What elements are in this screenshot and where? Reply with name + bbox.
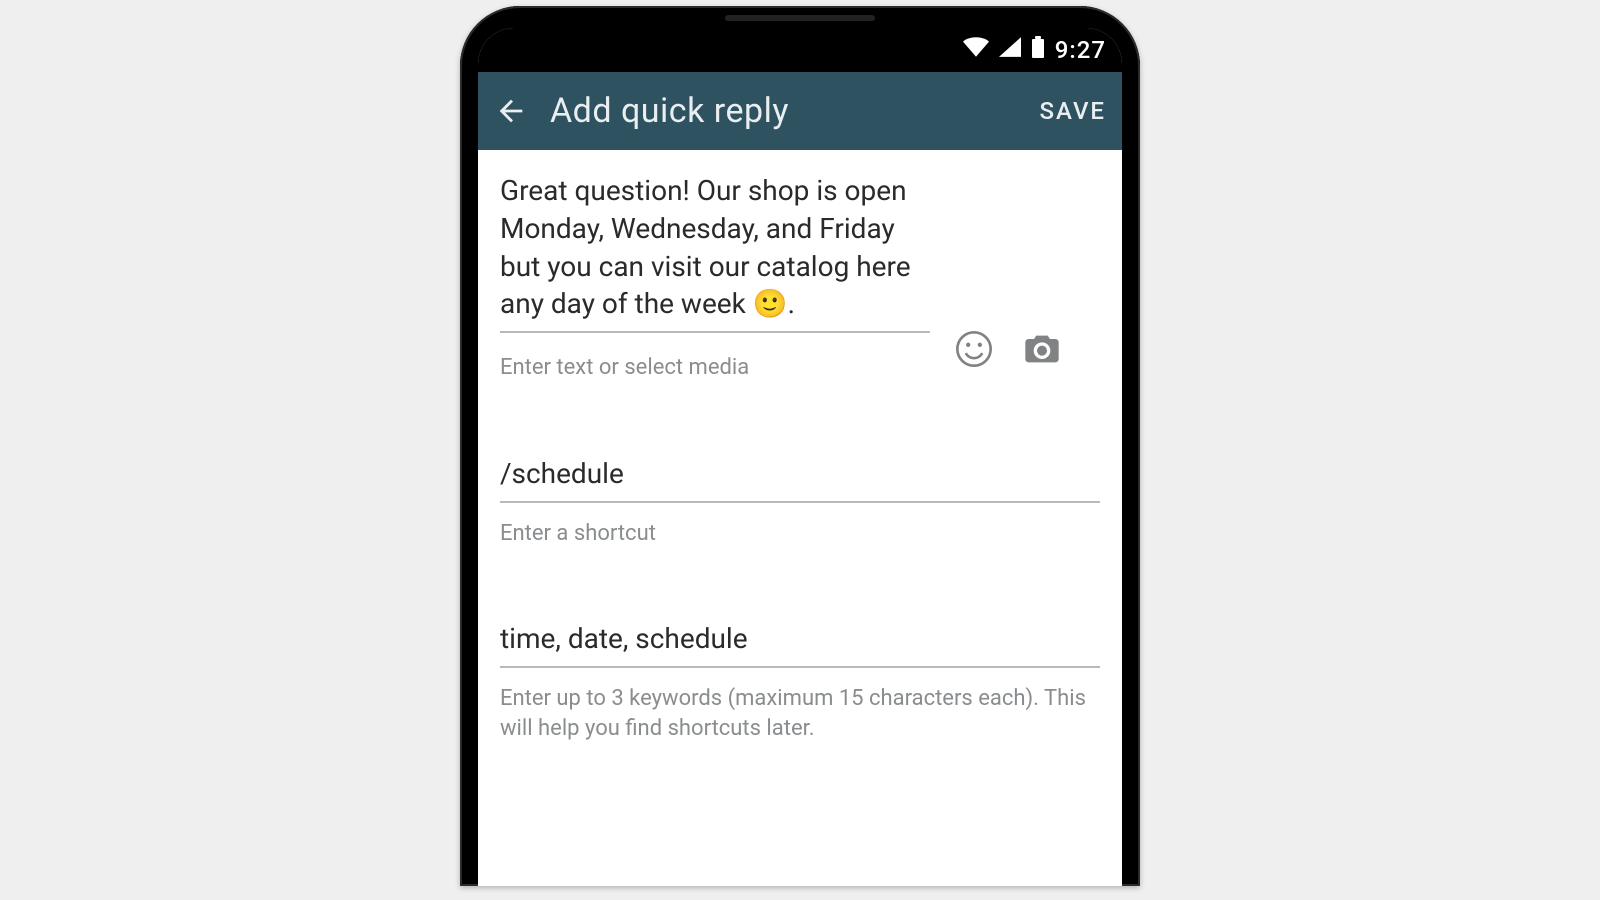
- reply-message-input[interactable]: [500, 170, 930, 333]
- shortcut-input[interactable]: [500, 453, 1100, 503]
- shortcut-helper: Enter a shortcut: [500, 519, 1100, 549]
- camera-icon[interactable]: [1018, 325, 1066, 373]
- save-button[interactable]: SAVE: [1039, 97, 1106, 125]
- app-bar: Add quick reply SAVE: [478, 72, 1122, 150]
- keywords-helper: Enter up to 3 keywords (maximum 15 chara…: [500, 684, 1100, 743]
- cell-signal-icon: [999, 37, 1021, 63]
- emoji-icon[interactable]: [950, 325, 998, 373]
- battery-icon: [1031, 36, 1045, 64]
- screen: 9:27 Add quick reply SAVE Enter text or …: [478, 28, 1122, 886]
- status-bar: 9:27: [478, 28, 1122, 72]
- back-button[interactable]: [494, 94, 528, 128]
- page-title: Add quick reply: [550, 91, 1017, 131]
- wifi-icon: [963, 37, 989, 63]
- form: Enter text or select media: [478, 150, 1122, 744]
- phone-frame: 9:27 Add quick reply SAVE Enter text or …: [460, 6, 1140, 886]
- reply-message-helper: Enter text or select media: [500, 353, 930, 383]
- status-time: 9:27: [1055, 36, 1106, 64]
- keywords-input[interactable]: [500, 618, 1100, 668]
